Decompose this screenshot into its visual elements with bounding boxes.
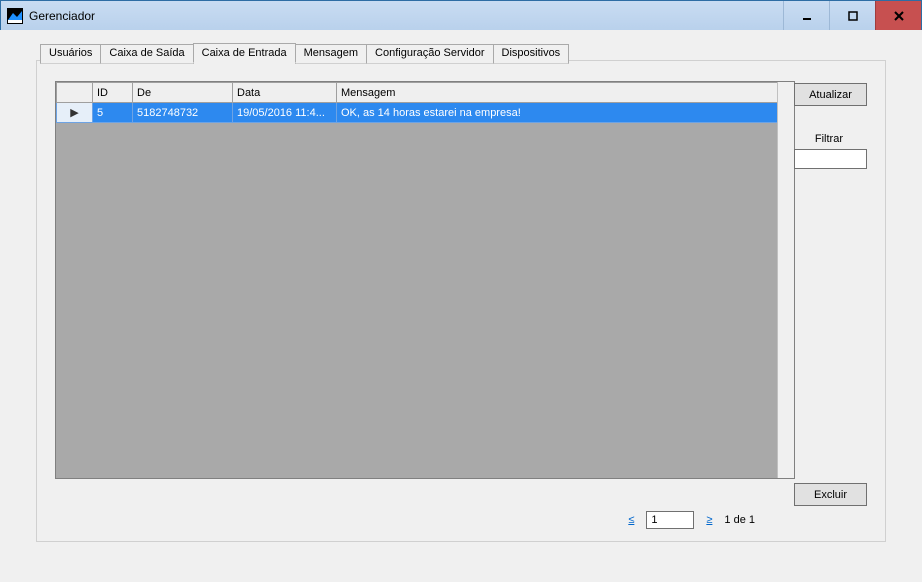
app-icon [7,8,23,24]
tab-mensagem[interactable]: Mensagem [295,44,367,64]
refresh-button[interactable]: Atualizar [794,83,867,106]
tab-usuarios[interactable]: Usuários [40,44,101,64]
window-title: Gerenciador [29,9,95,23]
row-indicator-icon: ▶ [57,103,93,123]
pager-next[interactable]: ≥ [704,514,714,526]
cell-id: 5 [93,103,133,123]
tab-caixa-saida[interactable]: Caixa de Saída [100,44,193,64]
col-id[interactable]: ID [93,83,133,103]
filter-input[interactable] [794,149,867,169]
client-area: Usuários Caixa de Saída Caixa de Entrada… [0,30,922,582]
close-button[interactable] [875,1,921,31]
grid-header-row: ID De Data Mensagem [57,83,794,103]
tab-panel: Usuários Caixa de Saída Caixa de Entrada… [36,60,886,542]
tab-config-servidor[interactable]: Configuração Servidor [366,44,493,64]
col-data[interactable]: Data [233,83,337,103]
col-rowheader[interactable] [57,83,93,103]
pager: ≤ ≥ 1 de 1 [37,511,755,529]
maximize-button[interactable] [829,1,875,31]
tab-dispositivos[interactable]: Dispositivos [493,44,570,64]
cell-data: 19/05/2016 11:4... [233,103,337,123]
cell-mensagem: OK, as 14 horas estarei na empresa! [337,103,794,123]
pager-prev[interactable]: ≤ [626,514,636,526]
tab-caixa-entrada[interactable]: Caixa de Entrada [193,43,296,63]
pager-status: 1 de 1 [724,514,755,526]
minimize-button[interactable] [783,1,829,31]
col-de[interactable]: De [133,83,233,103]
filter-label: Filtrar [815,133,843,145]
col-mensagem[interactable]: Mensagem [337,83,794,103]
tab-strip: Usuários Caixa de Saída Caixa de Entrada… [40,43,568,63]
delete-button[interactable]: Excluir [794,483,867,506]
title-bar: Gerenciador [1,1,921,31]
cell-de: 5182748732 [133,103,233,123]
grid-vscrollbar[interactable] [777,82,794,478]
inbox-grid[interactable]: ID De Data Mensagem ▶ 5 5182748732 19/05… [55,81,795,479]
table-row[interactable]: ▶ 5 5182748732 19/05/2016 11:4... OK, as… [57,103,794,123]
pager-page-input[interactable] [646,511,694,529]
